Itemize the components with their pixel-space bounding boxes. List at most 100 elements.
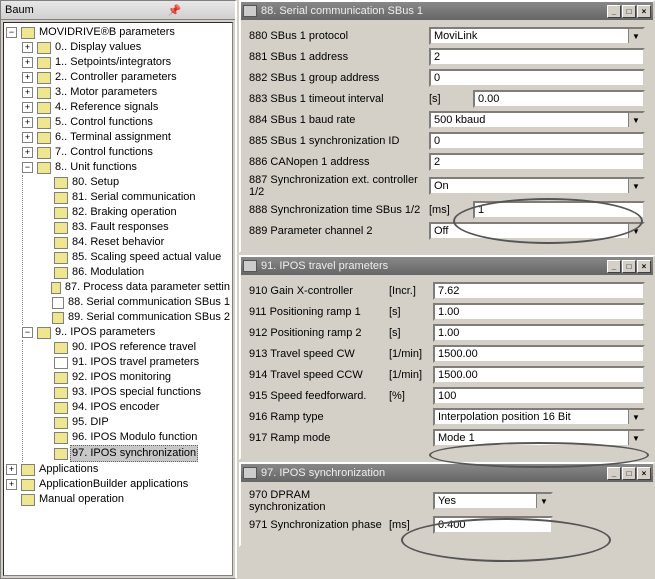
param-row: 882 SBus 1 group address0 [249, 69, 645, 87]
tree-leaf[interactable]: 93. IPOS special functions [39, 385, 232, 400]
param-select[interactable]: Interpolation position 16 Bit▼ [433, 408, 645, 426]
tree-leaf[interactable]: 80. Setup [39, 175, 232, 190]
titlebar-97[interactable]: 97. IPOS synchronization _ □ × [241, 464, 653, 482]
expand-icon[interactable]: + [22, 72, 33, 83]
tree-leaf[interactable]: 92. IPOS monitoring [39, 370, 232, 385]
pin-icon[interactable]: 📌 [118, 3, 231, 17]
tree-node-ipos[interactable]: −9.. IPOS parameters [22, 325, 232, 340]
collapse-icon[interactable]: − [22, 327, 33, 338]
param-input[interactable]: 0 [429, 132, 645, 150]
param-input[interactable]: 2 [429, 153, 645, 171]
close-button[interactable]: × [637, 5, 651, 18]
tree-leaf[interactable]: 96. IPOS Modulo function [39, 430, 232, 445]
expand-icon[interactable]: + [22, 132, 33, 143]
param-row: 889 Parameter channel 2Off▼ [249, 222, 645, 240]
tree-node[interactable]: +0.. Display values [22, 40, 232, 55]
param-select[interactable]: On▼ [429, 177, 645, 195]
param-select[interactable]: 500 kbaud▼ [429, 111, 645, 129]
tree-root[interactable]: −MOVIDRIVE®B parameters [6, 25, 232, 40]
folder-icon [54, 417, 68, 429]
tree-node[interactable]: +1.. Setpoints/integrators [22, 55, 232, 70]
maximize-button[interactable]: □ [622, 467, 636, 480]
tree-node[interactable]: +ApplicationBuilder applications [6, 477, 232, 492]
param-input[interactable]: 1 [473, 201, 645, 219]
folder-icon [54, 267, 68, 279]
param-input[interactable]: 1.00 [433, 324, 645, 342]
tree-node-unit[interactable]: −8.. Unit functions [22, 160, 232, 175]
minimize-button[interactable]: _ [607, 5, 621, 18]
param-input[interactable]: 1500.00 [433, 366, 645, 384]
folder-icon [54, 342, 68, 354]
folder-icon [54, 372, 68, 384]
expand-icon[interactable]: + [6, 464, 17, 475]
titlebar-88[interactable]: 88. Serial communication SBus 1 _ □ × [241, 2, 653, 20]
tree-leaf[interactable]: 91. IPOS travel prameters [39, 355, 232, 370]
param-row: 915 Speed feedforward.[%]100 [249, 387, 645, 405]
tree-leaf[interactable]: 83. Fault responses [39, 220, 232, 235]
tree-node[interactable]: +4.. Reference signals [22, 100, 232, 115]
param-label: 916 Ramp type [249, 411, 389, 423]
param-input[interactable]: 100 [433, 387, 645, 405]
param-input[interactable]: 1500.00 [433, 345, 645, 363]
tree-node[interactable]: +6.. Terminal assignment [22, 130, 232, 145]
tree-node[interactable]: +3.. Motor parameters [22, 85, 232, 100]
folder-icon [21, 464, 35, 476]
collapse-icon[interactable]: − [22, 162, 33, 173]
folder-icon [37, 72, 51, 84]
minimize-button[interactable]: _ [607, 467, 621, 480]
param-input[interactable]: 0 [429, 69, 645, 87]
tree-node[interactable]: +5.. Control functions [22, 115, 232, 130]
param-input[interactable]: 2 [429, 48, 645, 66]
param-select[interactable]: Yes▼ [433, 492, 553, 510]
tree-leaf[interactable]: 97. IPOS synchronization [39, 445, 232, 462]
folder-icon [54, 222, 68, 234]
param-select[interactable]: MoviLink▼ [429, 27, 645, 45]
tree-node[interactable]: +2.. Controller parameters [22, 70, 232, 85]
param-row: 881 SBus 1 address2 [249, 48, 645, 66]
tree-leaf[interactable]: 84. Reset behavior [39, 235, 232, 250]
param-label: 889 Parameter channel 2 [249, 225, 429, 237]
folder-icon [21, 494, 35, 506]
expand-icon[interactable]: + [22, 102, 33, 113]
param-label: 886 CANopen 1 address [249, 156, 429, 168]
param-label: 885 SBus 1 synchronization ID [249, 135, 429, 147]
tree-node[interactable]: +Applications [6, 462, 232, 477]
close-button[interactable]: × [637, 260, 651, 273]
param-input[interactable]: 1.00 [433, 303, 645, 321]
expand-icon[interactable]: + [6, 479, 17, 490]
expand-icon[interactable]: + [22, 87, 33, 98]
minimize-button[interactable]: _ [607, 260, 621, 273]
expand-icon[interactable]: + [22, 57, 33, 68]
param-input[interactable]: 0.400 [433, 516, 553, 534]
tree-leaf[interactable]: 88. Serial communication SBus 1 [39, 295, 232, 310]
param-select[interactable]: Off▼ [429, 222, 645, 240]
tree-leaf[interactable]: 87. Process data parameter settin [39, 280, 232, 295]
window-88: 88. Serial communication SBus 1 _ □ × 88… [239, 0, 655, 253]
tree-leaf[interactable]: 90. IPOS reference travel [39, 340, 232, 355]
tree-leaf[interactable]: 85. Scaling speed actual value [39, 250, 232, 265]
param-input[interactable]: 7.62 [433, 282, 645, 300]
tree-node[interactable]: Manual operation [6, 492, 232, 507]
expand-icon[interactable]: + [22, 147, 33, 158]
select-value: MoviLink [431, 29, 628, 43]
expand-icon[interactable]: + [22, 117, 33, 128]
tree-leaf[interactable]: 86. Modulation [39, 265, 232, 280]
tree-leaf[interactable]: 81. Serial communication [39, 190, 232, 205]
maximize-button[interactable]: □ [622, 260, 636, 273]
titlebar-91[interactable]: 91. IPOS travel prameters _ □ × [241, 257, 653, 275]
tree-leaf[interactable]: 89. Serial communication SBus 2 [39, 310, 232, 325]
maximize-button[interactable]: □ [622, 5, 636, 18]
tree-node[interactable]: +7.. Control functions [22, 145, 232, 160]
tree-leaf[interactable]: 95. DIP [39, 415, 232, 430]
select-value: Off [431, 224, 628, 238]
collapse-icon[interactable]: − [6, 27, 17, 38]
expand-icon[interactable]: + [22, 42, 33, 53]
select-value: 500 kbaud [431, 113, 628, 127]
tree-leaf[interactable]: 82. Braking operation [39, 205, 232, 220]
close-button[interactable]: × [637, 467, 651, 480]
folder-icon [21, 27, 35, 39]
tree-leaf[interactable]: 94. IPOS encoder [39, 400, 232, 415]
param-select[interactable]: Mode 1▼ [433, 429, 645, 447]
parameter-tree[interactable]: −MOVIDRIVE®B parameters +0.. Display val… [3, 22, 233, 576]
param-input[interactable]: 0.00 [473, 90, 645, 108]
